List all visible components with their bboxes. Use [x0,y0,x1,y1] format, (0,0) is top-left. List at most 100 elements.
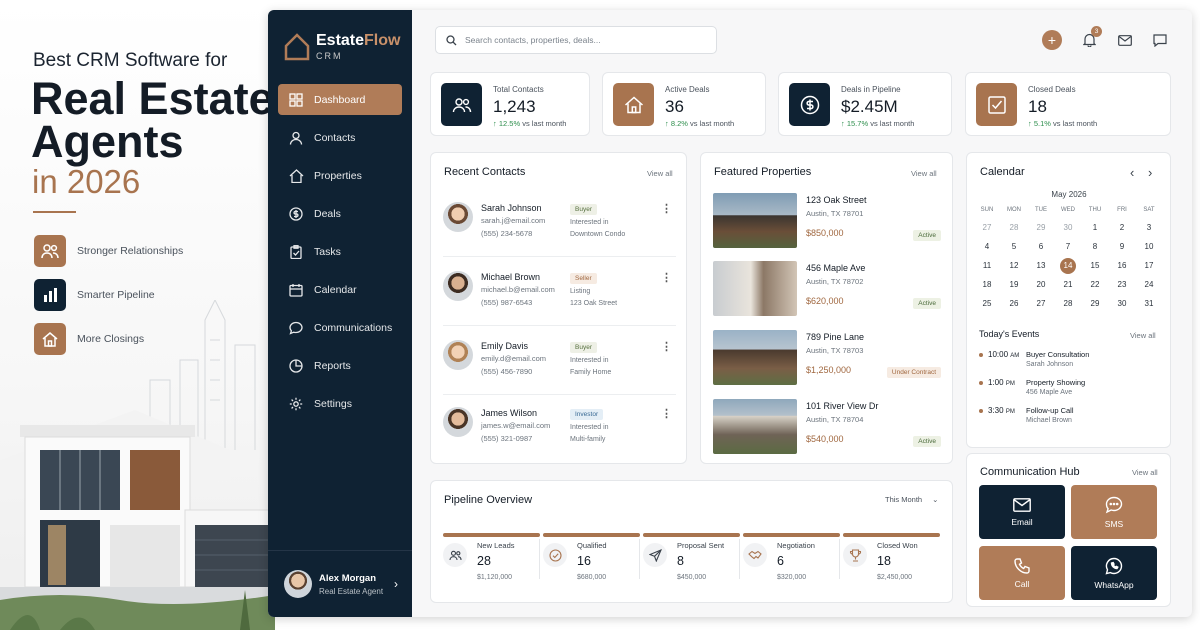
user-profile[interactable]: Alex Morgan Real Estate Agent › [268,550,412,617]
event-item[interactable]: 10:00 AM Buyer Consultation Sarah Johnso… [979,350,1159,376]
calendar-day[interactable]: 27 [1030,296,1052,312]
chevron-right-icon[interactable]: › [1148,165,1152,180]
calendar-day[interactable]: 11 [976,258,998,274]
contact-tag: Buyer [570,204,597,215]
calendar-day[interactable]: 9 [1111,239,1133,255]
calendar-day[interactable]: 2 [1111,220,1133,236]
event-item[interactable]: 3:30 PM Follow-up Call Michael Brown [979,406,1159,432]
hub-view-all[interactable]: View all [1132,468,1158,477]
stat-card-deals-in-pipeline[interactable]: Deals in Pipeline $2.45M ↑ 15.7% vs last… [778,72,952,136]
nav-settings[interactable]: Settings [278,388,402,419]
pipeline-stage[interactable]: New Leads 28 $1,120,000 [443,541,540,591]
calendar-day[interactable]: 16 [1111,258,1133,274]
notifications-button[interactable]: 3 [1079,26,1102,50]
pipeline-stage[interactable]: Proposal Sent 8 $450,000 [643,541,740,591]
communication-hub-card: Communication Hub View all Email SMS Cal… [966,453,1171,607]
calendar-day[interactable]: 29 [1030,220,1052,236]
calendar-day-number: 6 [1038,242,1044,251]
search-input[interactable]: Search contacts, properties, deals... [435,26,717,54]
pipeline-range-select[interactable]: This Month ⌄ [885,495,938,504]
calendar-day[interactable]: 26 [1003,296,1025,312]
nav-tasks[interactable]: Tasks [278,236,402,267]
calendar-day[interactable]: 24 [1138,277,1160,293]
calendar-day[interactable]: 10 [1138,239,1160,255]
contact-row[interactable]: Sarah Johnson sarah.j@email.com (555) 23… [443,202,675,262]
calendar-day[interactable]: 12 [1003,258,1025,274]
sms-button[interactable]: SMS [1071,485,1157,539]
nav-reports[interactable]: Reports [278,350,402,381]
calendar-day[interactable]: 15 [1084,258,1106,274]
nav-contacts[interactable]: Contacts [278,122,402,153]
promo-headline-1: Real Estate [31,73,274,124]
nav-label: Contacts [314,131,356,144]
more-options-icon[interactable]: ⋮ [661,204,672,215]
nav-communications[interactable]: Communications [278,312,402,343]
more-options-icon[interactable]: ⋮ [661,342,672,353]
stat-card-closed-deals[interactable]: Closed Deals 18 ↑ 5.1% vs last month [965,72,1171,136]
property-city: Austin, TX 78703 [806,346,864,355]
calendar-day[interactable]: 6 [1030,239,1052,255]
events-view-all[interactable]: View all [1130,331,1156,340]
calendar-day[interactable]: 20 [1030,277,1052,293]
pipeline-stage[interactable]: Qualified 16 $680,000 [543,541,640,591]
property-row[interactable]: 101 River View Dr Austin, TX 78704 $540,… [713,399,941,456]
pipeline-stage[interactable]: Negotiation 6 $320,000 [743,541,840,591]
calendar-day[interactable]: 23 [1111,277,1133,293]
calendar-day[interactable]: 29 [1084,296,1106,312]
calendar-day[interactable]: 21 [1057,277,1079,293]
more-options-icon[interactable]: ⋮ [661,409,672,420]
more-options-icon[interactable]: ⋮ [661,273,672,284]
calendar-day[interactable]: 22 [1084,277,1106,293]
property-row[interactable]: 789 Pine Lane Austin, TX 78703 $1,250,00… [713,330,941,387]
calendar-day[interactable]: 17 [1138,258,1160,274]
calendar-day[interactable]: 25 [976,296,998,312]
calendar-title: Calendar [980,166,1025,178]
pipeline-stage[interactable]: Closed Won 18 $2,450,000 [843,541,940,591]
calendar-day-today[interactable]: 14 [1057,258,1079,274]
calendar-day[interactable]: 3 [1138,220,1160,236]
stat-card-active-deals[interactable]: Active Deals 36 ↑ 8.2% vs last month [602,72,766,136]
calendar-day[interactable]: 18 [976,277,998,293]
add-button[interactable]: + [1042,30,1062,50]
calendar-day[interactable]: 28 [1057,296,1079,312]
event-title: Follow-up Call [1026,406,1074,415]
call-button[interactable]: Call [979,546,1065,600]
calendar-day[interactable]: 28 [1003,220,1025,236]
nav-dashboard[interactable]: Dashboard [278,84,402,115]
mail-button[interactable] [1115,30,1135,50]
calendar-day[interactable]: 5 [1003,239,1025,255]
property-row[interactable]: 456 Maple Ave Austin, TX 78702 $620,000 … [713,261,941,318]
calendar-day[interactable]: 8 [1084,239,1106,255]
nav-properties[interactable]: Properties [278,160,402,191]
calendar-day[interactable]: 13 [1030,258,1052,274]
users-icon [443,543,467,567]
event-item[interactable]: 1:00 PM Property Showing 456 Maple Ave [979,378,1159,404]
featured-properties-view-all[interactable]: View all [911,169,937,178]
messages-button[interactable] [1150,30,1170,50]
calendar-day[interactable]: 30 [1057,220,1079,236]
calendar-day[interactable]: 19 [1003,277,1025,293]
contact-row[interactable]: James Wilson james.w@email.com (555) 321… [443,407,675,467]
calendar-day[interactable]: 27 [976,220,998,236]
chevron-left-icon[interactable]: ‹ [1130,165,1134,180]
brand-logo[interactable]: EstateFlow CRM [284,32,400,61]
calendar-day[interactable]: 4 [976,239,998,255]
nav-calendar[interactable]: Calendar [278,274,402,305]
calendar-day[interactable]: 1 [1084,220,1106,236]
contact-row[interactable]: Emily Davis emily.d@email.com (555) 456-… [443,340,675,400]
stat-card-total-contacts[interactable]: Total Contacts 1,243 ↑ 12.5% vs last mon… [430,72,590,136]
calendar-day[interactable]: 7 [1057,239,1079,255]
clipboard-icon [288,244,304,260]
calendar-day-number: 30 [1063,223,1073,232]
stat-change-value: 8.2% [670,119,688,128]
calendar-day[interactable]: 31 [1138,296,1160,312]
recent-contacts-view-all[interactable]: View all [647,169,673,178]
nav-deals[interactable]: Deals [278,198,402,229]
property-row[interactable]: 123 Oak Street Austin, TX 78701 $850,000… [713,193,941,250]
calendar-day[interactable]: 30 [1111,296,1133,312]
email-button[interactable]: Email [979,485,1065,539]
contact-row[interactable]: Michael Brown michael.b@email.com (555) … [443,271,675,331]
nav-label: Communications [314,321,393,334]
stage-amount: $450,000 [677,574,707,581]
whatsapp-button[interactable]: WhatsApp [1071,546,1157,600]
